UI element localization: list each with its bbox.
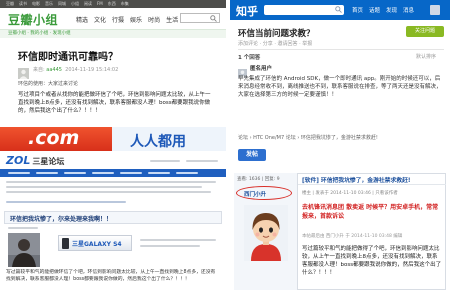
product-ad-label: 三星GALAXY S4 bbox=[72, 241, 122, 248]
breadcrumb-placeholder[interactable] bbox=[6, 201, 126, 203]
header-link-placeholder[interactable] bbox=[150, 160, 180, 162]
topbar-link-douban[interactable]: 豆瓣 bbox=[6, 0, 14, 8]
author-link[interactable]: aa445 bbox=[46, 67, 62, 73]
post-meta: 楼主 | 发表于 2014-11-10 03:46 | 只看该作者 bbox=[302, 191, 398, 196]
answer-body: 早先集成了环信的 Android SDK，做一个即时通讯 app。刚开始的时候还… bbox=[238, 76, 442, 98]
cartoon-avatar[interactable] bbox=[244, 205, 288, 261]
avatar[interactable] bbox=[238, 63, 247, 78]
topic-note: 环信的使用：大家过来讨论 bbox=[18, 81, 79, 87]
post-title: 环信把我坑惨了，尔来处理来我啊！！ bbox=[10, 216, 113, 223]
thread-title: [软件] 环信把我坑惨了，金游社禁求救赶! bbox=[302, 178, 411, 184]
zhihu-panel: 知乎 首页 话题 发现 消息 环信当前问题求教？ 关注问题 添加评论 · 分享 … bbox=[230, 0, 450, 122]
link-row-placeholder[interactable] bbox=[6, 181, 216, 183]
post-meta-placeholder bbox=[140, 239, 216, 241]
douban-group-logo[interactable]: 豆瓣小组 bbox=[8, 11, 58, 28]
user-avatar[interactable] bbox=[430, 5, 440, 15]
question-title: 环信当前问题求教？ bbox=[238, 29, 315, 39]
post-time: 2014-11-19 15:14:02 bbox=[65, 67, 119, 73]
nav-item-culture[interactable]: 文化 bbox=[94, 15, 106, 24]
topbar-link-market[interactable]: 市集 bbox=[121, 0, 129, 8]
douban-subnav[interactable]: 豆瓣小组 · 我的小组 · 发现小组 bbox=[0, 29, 226, 38]
nav-item-explore[interactable]: 发现 bbox=[386, 6, 397, 14]
new-post-button[interactable]: 发帖 bbox=[238, 149, 266, 161]
avatar[interactable] bbox=[18, 64, 29, 79]
douban-search-input[interactable] bbox=[180, 13, 220, 23]
divider bbox=[298, 184, 446, 185]
logo-forum-name: 三星论坛 bbox=[32, 157, 65, 166]
zhihu-search-input[interactable] bbox=[264, 5, 344, 15]
search-icon[interactable] bbox=[210, 15, 217, 22]
divider bbox=[238, 49, 444, 50]
post-body: 写过篇较平和气的能把做环信了个吧，环信到影响问题太比较，从上午一直找到晚上8点多… bbox=[6, 270, 216, 282]
nav-link-placeholder[interactable] bbox=[120, 172, 142, 174]
douban-nav: 精选 文化 行摄 娱乐 时尚 生活 bbox=[76, 15, 178, 24]
topic-meta: 来自: aa445 2014-11-19 15:14:02 bbox=[33, 66, 118, 73]
search-icon[interactable] bbox=[335, 6, 342, 13]
logo-brand: ZOL bbox=[6, 154, 31, 167]
link-row-placeholder[interactable] bbox=[6, 186, 202, 188]
follow-question-button[interactable]: 关注问题 bbox=[406, 26, 444, 37]
promo-red-text[interactable]: 去机锋讯消息团 散卖返 时候平？用安卓手机，常常报来，首款诉讼 bbox=[302, 203, 442, 221]
answer-author[interactable]: 匿名用户 bbox=[250, 64, 272, 72]
nav-link-placeholder[interactable] bbox=[176, 172, 198, 174]
post-meta-placeholder bbox=[140, 245, 200, 247]
user-info-placeholder bbox=[8, 227, 38, 229]
nav-item-fashion[interactable]: 时尚 bbox=[148, 15, 160, 24]
meta-label: 来自: bbox=[33, 67, 47, 73]
douban-topbar: 豆瓣 读书 电影 音乐 同城 小组 阅读 FM 东西 市集 bbox=[0, 0, 226, 8]
header-link-placeholder[interactable] bbox=[186, 160, 218, 162]
zhihu-logo[interactable]: 知乎 bbox=[236, 3, 258, 19]
douban-panel: 豆瓣 读书 电影 音乐 同城 小组 阅读 FM 东西 市集 豆瓣小组 精选 文化… bbox=[0, 0, 226, 122]
sort-dropdown[interactable]: 默认排序 bbox=[416, 53, 436, 60]
author-username[interactable]: 西门小升 bbox=[244, 190, 266, 198]
topbar-link-local[interactable]: 同城 bbox=[58, 0, 66, 8]
zhihu-nav: 首页 话题 发现 消息 bbox=[352, 6, 414, 14]
topic-body: 写过项目个或者从找你的能把做环信了个吧，环信到影响问题太比较，从上午一直找到晚上… bbox=[18, 92, 211, 114]
link-row-placeholder[interactable] bbox=[6, 191, 211, 193]
question-actions[interactable]: 添加评论 · 分享 · 邀请回答 · 举报 bbox=[238, 40, 312, 47]
nav-link-placeholder[interactable] bbox=[92, 172, 114, 174]
user-avatar-photo[interactable] bbox=[8, 233, 40, 267]
nav-item-home[interactable]: 首页 bbox=[352, 6, 363, 14]
nav-link-placeholder[interactable] bbox=[8, 172, 30, 174]
answer-count: 1 个回答 bbox=[238, 55, 261, 61]
topbar-link-music[interactable]: 音乐 bbox=[45, 0, 53, 8]
nav-link-placeholder[interactable] bbox=[64, 172, 86, 174]
topic-title: 环信即时通讯可靠吗？ bbox=[18, 52, 118, 63]
thread-stats: 查看: 1636 | 回复: 9 bbox=[237, 177, 280, 182]
topbar-link-books[interactable]: 读书 bbox=[19, 0, 27, 8]
nav-item-featured[interactable]: 精选 bbox=[76, 15, 88, 24]
topbar-link-things[interactable]: 东西 bbox=[108, 0, 116, 8]
product-ad[interactable]: 三星GALAXY S4 bbox=[58, 235, 132, 251]
nav-item-entertainment[interactable]: 娱乐 bbox=[130, 15, 142, 24]
ad-banner-slogan: 人人都用 bbox=[130, 134, 186, 150]
zol-panel: .com 人人都用 ZOL 三星论坛 环信把我坑惨了，尔来处理来我啊！！ 三星G… bbox=[0, 127, 226, 290]
topbar-link-read[interactable]: 阅读 bbox=[84, 0, 92, 8]
nav-link-placeholder[interactable] bbox=[36, 172, 58, 174]
topbar-link-fm[interactable]: FM bbox=[97, 0, 103, 8]
topbar-link-movies[interactable]: 电影 bbox=[32, 0, 40, 8]
nav-item-messages[interactable]: 消息 bbox=[403, 6, 414, 14]
phone-icon bbox=[62, 238, 69, 249]
topbar-link-groups[interactable]: 小组 bbox=[71, 0, 79, 8]
nav-item-life[interactable]: 生活 bbox=[166, 15, 178, 24]
htc-forum-panel: 论坛 › HTC One/M7 论坛 › 环信把我坑惨了，金游社禁求救赶! 发帖… bbox=[230, 127, 450, 290]
edit-note: 本帖最后由 西门小升 于 2014-11-10 03:48 编辑 bbox=[302, 234, 403, 239]
post-body: 写过篇较平和气的能把做得了个吧，环信到影响问题太比较，从上午一直找到晚上8点多，… bbox=[302, 246, 442, 276]
nav-item-travel[interactable]: 行摄 bbox=[112, 15, 124, 24]
nav-link-placeholder[interactable] bbox=[148, 172, 170, 174]
zol-forum-logo[interactable]: ZOL 三星论坛 bbox=[6, 154, 64, 167]
breadcrumb[interactable]: 论坛 › HTC One/M7 论坛 › 环信把我坑惨了，金游社禁求救赶! bbox=[238, 134, 378, 141]
nav-item-topics[interactable]: 话题 bbox=[369, 6, 380, 14]
ad-banner-text: .com bbox=[28, 127, 80, 149]
